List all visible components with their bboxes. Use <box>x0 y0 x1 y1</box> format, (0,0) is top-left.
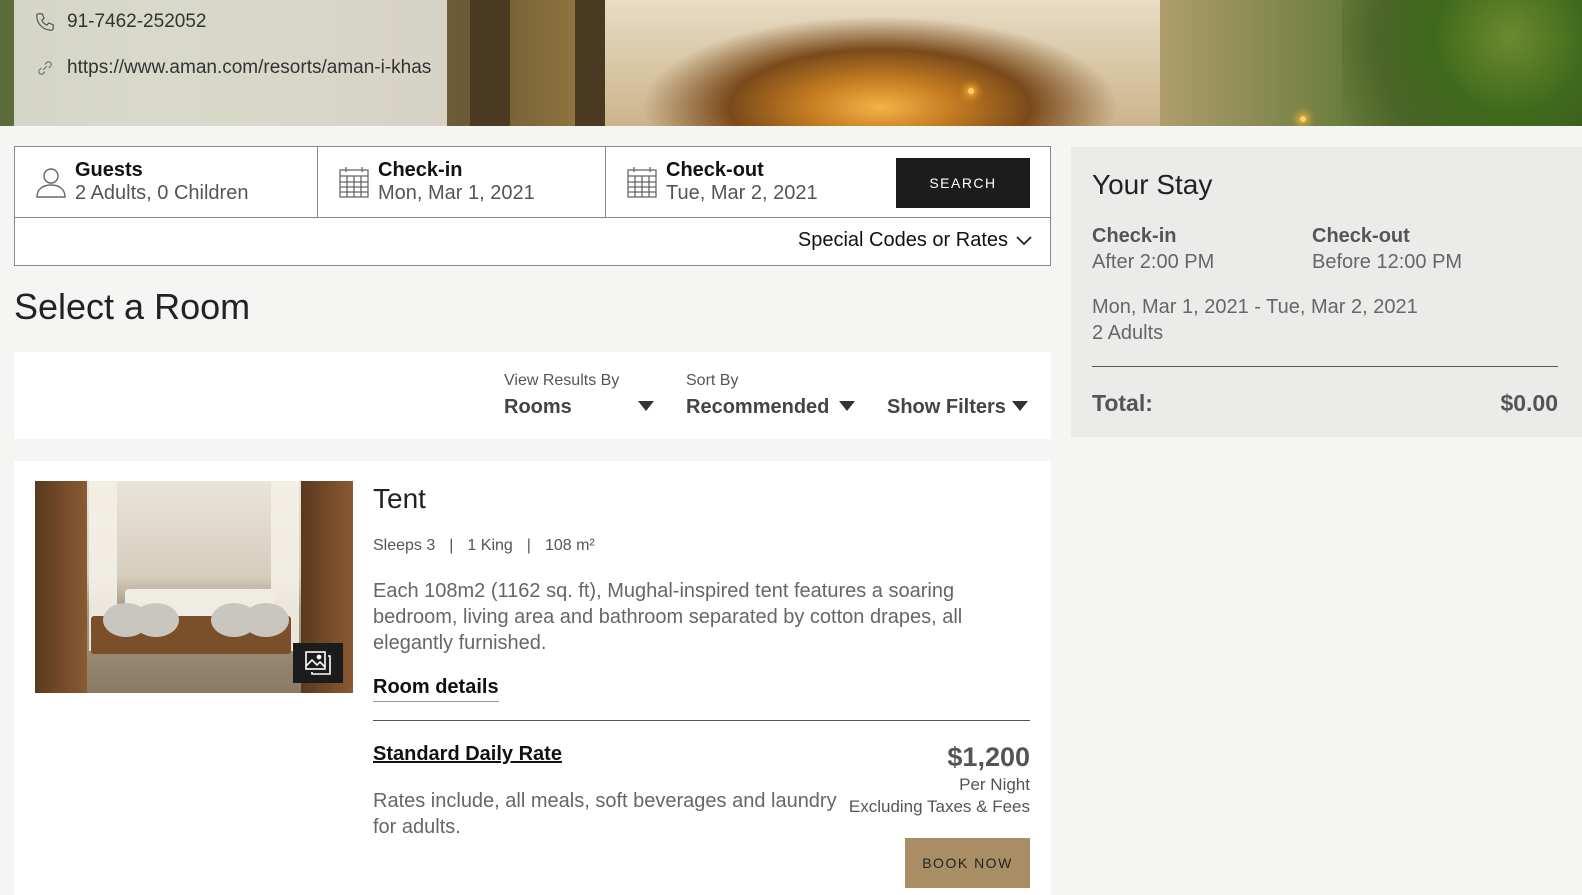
room-sleeps: Sleeps 3 <box>373 537 436 554</box>
room-size: 108 m² <box>544 537 595 554</box>
special-codes-label: Special Codes or Rates <box>797 229 1008 251</box>
search-button[interactable]: SEARCH <box>896 158 1030 208</box>
contact-panel: 91-7462-252052 https://www.aman.com/reso… <box>14 0 447 126</box>
gallery-icon <box>305 651 331 675</box>
contact-website[interactable]: https://www.aman.com/resorts/aman-i-khas <box>34 55 434 81</box>
checkin-label: Check-in <box>378 159 463 181</box>
search-fields-row: Guests 2 Adults, 0 Children Check-in Mon… <box>15 147 1050 218</box>
stay-checkout-value: Before 12:00 PM <box>1312 251 1463 273</box>
your-stay-title: Your Stay <box>1092 169 1213 200</box>
stay-checkin-value: After 2:00 PM <box>1092 251 1215 273</box>
page-title: Select a Room <box>14 286 251 327</box>
room-specs: Sleeps 3 | 1 King | 108 m² <box>373 537 595 555</box>
results-filter-bar: View Results By Rooms Sort By Recommende… <box>14 352 1051 439</box>
guests-field[interactable]: Guests 2 Adults, 0 Children <box>15 147 318 217</box>
hero-tent-image <box>600 0 1160 126</box>
phone-number: 91-7462-252052 <box>67 11 207 32</box>
room-card: Tent Sleeps 3 | 1 King | 108 m² Each 108m2 (… <box>14 461 1051 895</box>
view-results-dropdown[interactable]: View Results By Rooms <box>504 372 656 419</box>
sort-by-label: Sort By <box>686 372 739 389</box>
view-results-value: Rooms <box>504 396 572 418</box>
chevron-down-icon <box>1016 235 1032 245</box>
stay-checkin-label: Check-in <box>1092 225 1177 247</box>
show-filters-label: Show Filters <box>887 396 1006 418</box>
contact-phone[interactable]: 91-7462-252052 <box>34 9 206 35</box>
guests-value: 2 Adults, 0 Children <box>75 182 249 204</box>
gallery-button[interactable] <box>293 643 343 683</box>
hero-lantern <box>968 88 974 94</box>
price-unit: Per Night <box>959 775 1030 794</box>
link-icon <box>38 61 52 75</box>
hero-tree-trunk <box>575 0 605 126</box>
spec-separator: | <box>526 537 531 554</box>
rate-description: Rates include, all meals, soft beverages… <box>373 790 837 838</box>
stay-total-value: $0.00 <box>1500 390 1558 416</box>
room-photo-wall <box>35 481 87 693</box>
phone-icon <box>36 13 54 31</box>
checkout-field[interactable]: Check-out Tue, Mar 2, 2021 <box>606 147 896 217</box>
hero-lantern <box>1300 116 1306 122</box>
sort-by-value: Recommended <box>686 396 830 418</box>
caret-down-icon <box>1012 401 1028 411</box>
stay-total-label: Total: <box>1092 390 1153 416</box>
special-codes-toggle[interactable]: Special Codes or Rates <box>798 229 1032 252</box>
room-details-link[interactable]: Room details <box>373 676 499 702</box>
stay-divider <box>1092 366 1558 367</box>
caret-down-icon <box>638 401 654 411</box>
checkin-field[interactable]: Check-in Mon, Mar 1, 2021 <box>318 147 606 217</box>
calendar-icon <box>627 167 657 198</box>
hero-banner: 91-7462-252052 https://www.aman.com/reso… <box>0 0 1582 126</box>
checkout-label: Check-out <box>666 159 764 181</box>
room-photo-cushion <box>133 603 179 637</box>
stay-guests: 2 Adults <box>1092 322 1164 344</box>
hero-tree-trunk <box>470 0 510 126</box>
hero-foliage <box>1342 0 1582 126</box>
rate-divider <box>373 720 1030 721</box>
book-now-button[interactable]: BOOK NOW <box>905 838 1030 888</box>
your-stay-panel: Your Stay Check-in After 2:00 PM Check-o… <box>1071 147 1582 437</box>
booking-search-form: Guests 2 Adults, 0 Children Check-in Mon… <box>14 146 1051 266</box>
checkout-value: Tue, Mar 2, 2021 <box>666 182 818 204</box>
rate-price: $1,200 <box>947 742 1030 772</box>
room-name: Tent <box>373 483 426 514</box>
checkin-value: Mon, Mar 1, 2021 <box>378 182 535 204</box>
calendar-icon <box>339 167 369 198</box>
show-filters-toggle[interactable]: . Show Filters <box>887 376 1037 419</box>
stay-dates: Mon, Mar 1, 2021 - Tue, Mar 2, 2021 <box>1092 296 1418 318</box>
price-note: Excluding Taxes & Fees <box>848 797 1030 816</box>
spec-separator: | <box>449 537 454 554</box>
rate-name-link[interactable]: Standard Daily Rate <box>373 743 562 766</box>
stay-checkout-label: Check-out <box>1312 225 1410 247</box>
room-bed: 1 King <box>467 537 513 554</box>
user-icon <box>36 168 66 198</box>
room-description: Each 108m2 (1162 sq. ft), Mughal-inspire… <box>373 580 963 654</box>
guests-label: Guests <box>75 159 143 181</box>
website-url: https://www.aman.com/resorts/aman-i-khas <box>67 57 432 78</box>
room-photo[interactable] <box>35 481 353 693</box>
view-results-label: View Results By <box>504 372 620 389</box>
room-photo-cushion <box>243 603 289 637</box>
sort-by-dropdown[interactable]: Sort By Recommended <box>686 372 858 419</box>
caret-down-icon <box>839 401 855 411</box>
